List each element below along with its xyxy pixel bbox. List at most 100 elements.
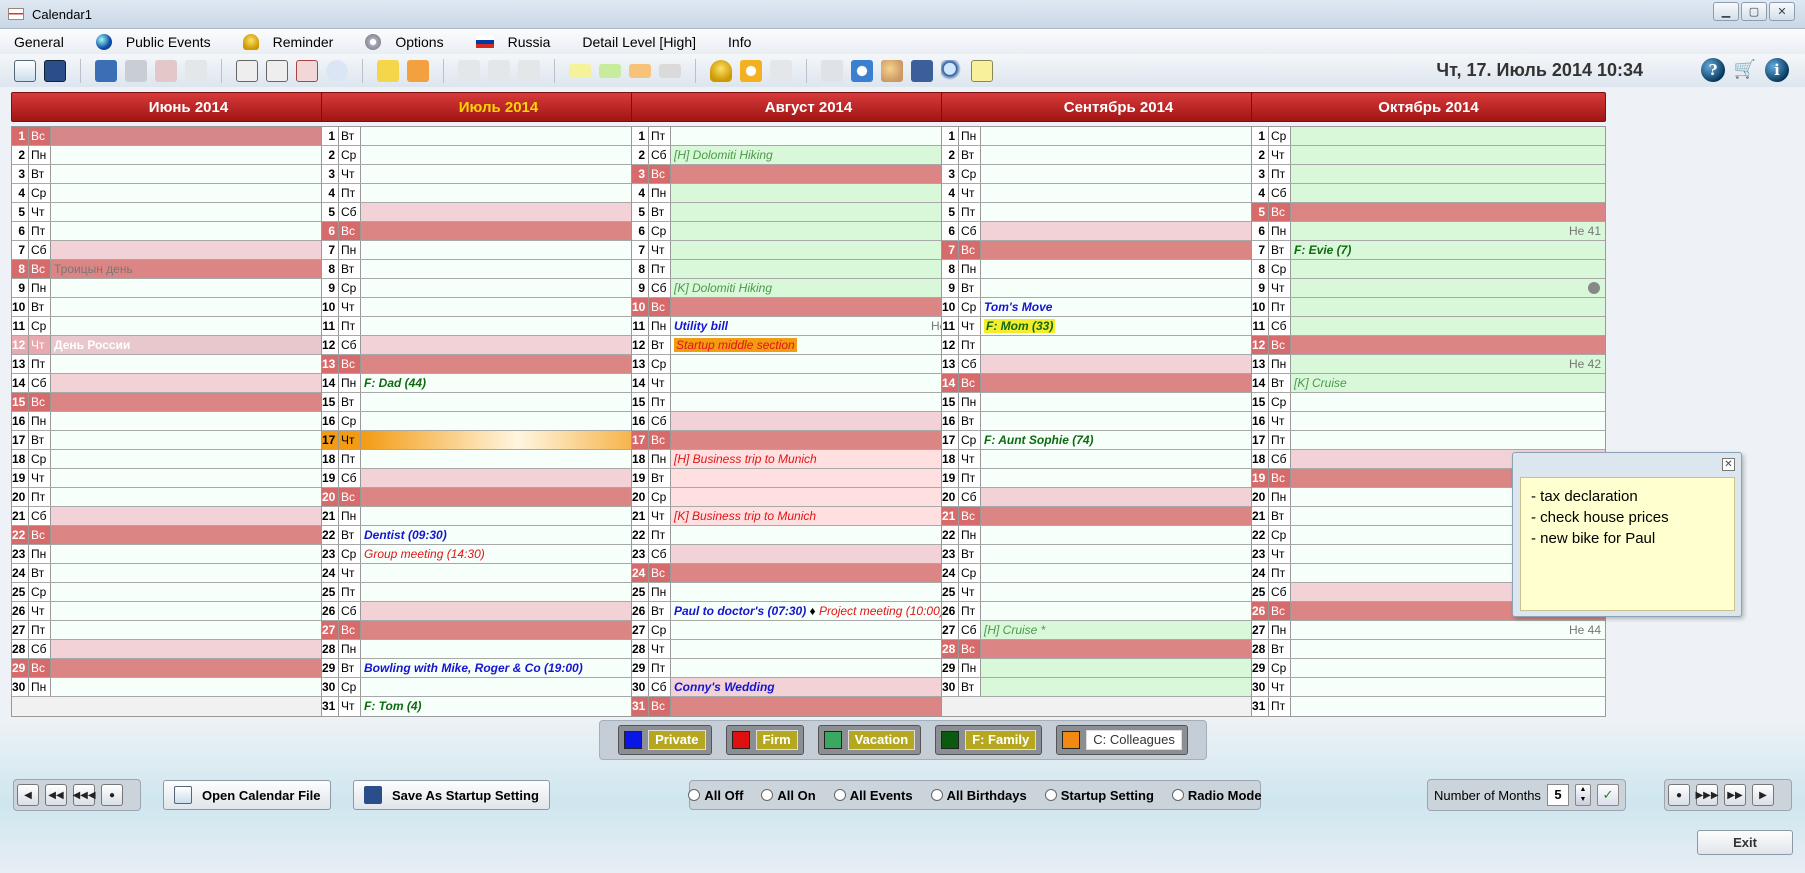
day-events[interactable] bbox=[671, 374, 985, 392]
text-delete-icon[interactable] bbox=[296, 59, 318, 82]
day-row[interactable]: 14 Сб bbox=[12, 374, 365, 393]
event-entry[interactable]: [K] Cruise bbox=[1294, 376, 1347, 390]
day-row[interactable]: 19 Вт bbox=[632, 469, 985, 488]
day-row[interactable]: 5 Вт bbox=[632, 203, 985, 222]
paste-icon[interactable] bbox=[518, 59, 540, 82]
day-row[interactable]: 4 Ср bbox=[12, 184, 365, 203]
day-events[interactable] bbox=[981, 450, 1295, 468]
menu-7[interactable]: Info bbox=[728, 34, 751, 50]
day-events[interactable] bbox=[51, 431, 365, 449]
day-events[interactable] bbox=[981, 564, 1295, 582]
day-row[interactable]: 20 Ср bbox=[632, 488, 985, 507]
day-events[interactable]: Conny's Wedding bbox=[671, 678, 985, 696]
day-events[interactable] bbox=[671, 621, 985, 639]
prev-month-icon[interactable]: ◀ bbox=[17, 784, 39, 806]
day-events[interactable] bbox=[981, 184, 1295, 202]
legend-item[interactable]: F: Family bbox=[935, 725, 1043, 755]
day-events[interactable] bbox=[361, 602, 675, 620]
sticky-note[interactable]: ✕ - tax declaration - check house prices… bbox=[1512, 452, 1742, 617]
day-row[interactable]: 29 Вт Bowling with Mike, Roger & Co (19:00… bbox=[322, 659, 675, 678]
day-events[interactable] bbox=[51, 374, 365, 392]
day-events[interactable]: Dentist (09:30) bbox=[361, 526, 675, 544]
today-icon[interactable]: ● bbox=[101, 784, 123, 806]
event-entry[interactable]: Троицын день bbox=[54, 262, 133, 276]
month-header[interactable]: Июнь 2014 bbox=[11, 92, 366, 122]
day-events[interactable] bbox=[51, 165, 365, 183]
day-events[interactable] bbox=[361, 146, 675, 164]
day-row[interactable]: 9 Сб [K] Dolomiti Hiking bbox=[632, 279, 985, 298]
day-events[interactable] bbox=[361, 564, 675, 582]
event-entry[interactable]: [H] Business trip to Munich bbox=[674, 452, 817, 466]
day-events[interactable] bbox=[671, 222, 985, 240]
day-events[interactable] bbox=[981, 469, 1295, 487]
day-events[interactable] bbox=[51, 469, 365, 487]
day-row[interactable]: 27 Вс bbox=[322, 621, 675, 640]
day-row[interactable]: 18 Ср bbox=[12, 450, 365, 469]
day-events[interactable] bbox=[671, 393, 985, 411]
import-icon[interactable] bbox=[407, 59, 429, 82]
day-events[interactable]: [K] Business trip to Munich bbox=[671, 507, 985, 525]
event-entry[interactable]: [H] Cruise * bbox=[984, 623, 1045, 637]
day-events[interactable]: Не 28 bbox=[361, 241, 675, 259]
day-row[interactable]: 9ПнНе 24 bbox=[12, 279, 365, 298]
day-row[interactable]: 7 Сб bbox=[12, 241, 365, 260]
day-row[interactable]: 6 Пн Не 41 bbox=[1252, 222, 1605, 241]
day-row[interactable]: 9 Ср bbox=[322, 279, 675, 298]
day-row[interactable]: 22 Пт bbox=[632, 526, 985, 545]
day-events[interactable] bbox=[361, 621, 675, 639]
day-events[interactable] bbox=[51, 450, 365, 468]
printer-icon[interactable] bbox=[911, 59, 933, 82]
day-events[interactable] bbox=[361, 488, 675, 506]
radio-circle-icon[interactable] bbox=[930, 789, 943, 801]
radio-circle-icon[interactable] bbox=[1171, 789, 1184, 801]
day-row[interactable]: 24 Ср bbox=[942, 564, 1295, 583]
day-events[interactable] bbox=[981, 222, 1295, 240]
day-events[interactable] bbox=[1291, 184, 1605, 202]
day-row[interactable]: 12 Вт Startup middle section bbox=[632, 336, 985, 355]
next-month-icon[interactable]: ▶ bbox=[1752, 784, 1774, 806]
day-row[interactable]: 30 Сб Conny's Wedding bbox=[632, 678, 985, 697]
day-events[interactable] bbox=[671, 412, 985, 430]
day-events[interactable] bbox=[51, 203, 365, 221]
day-row[interactable]: 3 Вт bbox=[12, 165, 365, 184]
day-events[interactable] bbox=[671, 355, 985, 373]
day-row[interactable]: 2 Чт bbox=[1252, 146, 1605, 165]
day-row[interactable]: 29 Вс bbox=[12, 659, 365, 678]
event-entry[interactable]: F: Evie (7) bbox=[1294, 243, 1351, 257]
legend-item[interactable]: Firm bbox=[725, 725, 804, 755]
day-row[interactable]: 19 Пт bbox=[942, 469, 1295, 488]
day-events[interactable] bbox=[51, 127, 365, 145]
save-icon[interactable] bbox=[44, 59, 66, 82]
color-green-icon[interactable] bbox=[599, 63, 621, 78]
day-events[interactable] bbox=[361, 298, 675, 316]
day-row[interactable]: 27 Пн Не 44 bbox=[1252, 621, 1605, 640]
day-events[interactable] bbox=[361, 393, 675, 411]
day-events[interactable] bbox=[981, 279, 1295, 297]
day-row[interactable]: 28 Сб bbox=[12, 640, 365, 659]
day-events[interactable] bbox=[51, 355, 365, 373]
day-events[interactable] bbox=[1291, 678, 1605, 696]
menu-5[interactable]: Russia bbox=[475, 34, 550, 50]
day-events[interactable] bbox=[981, 355, 1295, 373]
day-row[interactable]: 8 Вс Троицын день bbox=[12, 260, 365, 279]
day-events[interactable] bbox=[51, 602, 365, 620]
day-events[interactable] bbox=[671, 488, 985, 506]
day-row[interactable]: 17 Вт bbox=[12, 431, 365, 450]
day-row[interactable]: 16 Сб bbox=[632, 412, 985, 431]
menu-4[interactable]: Options bbox=[365, 33, 444, 50]
day-events[interactable] bbox=[51, 488, 365, 506]
day-row[interactable]: 27 Пт bbox=[12, 621, 365, 640]
day-row[interactable]: 30ПнНе 27 bbox=[12, 678, 365, 697]
day-events[interactable] bbox=[361, 127, 675, 145]
day-events[interactable] bbox=[361, 222, 675, 240]
event-entry[interactable]: [K] Dolomiti Hiking bbox=[674, 281, 772, 295]
day-row[interactable]: 13 Пн Не 42 bbox=[1252, 355, 1605, 374]
day-row[interactable]: 2 Сб [H] Dolomiti Hiking bbox=[632, 146, 985, 165]
day-row[interactable]: 27 Сб [H] Cruise * bbox=[942, 621, 1295, 640]
day-row[interactable]: 16ПнНе 25 bbox=[12, 412, 365, 431]
day-row[interactable]: 30 Вт bbox=[942, 678, 1295, 697]
day-events[interactable] bbox=[981, 412, 1295, 430]
day-row[interactable]: 30 Чт bbox=[1252, 678, 1605, 697]
day-events[interactable] bbox=[51, 659, 365, 677]
cart-icon[interactable]: 🛒 bbox=[1733, 59, 1757, 81]
